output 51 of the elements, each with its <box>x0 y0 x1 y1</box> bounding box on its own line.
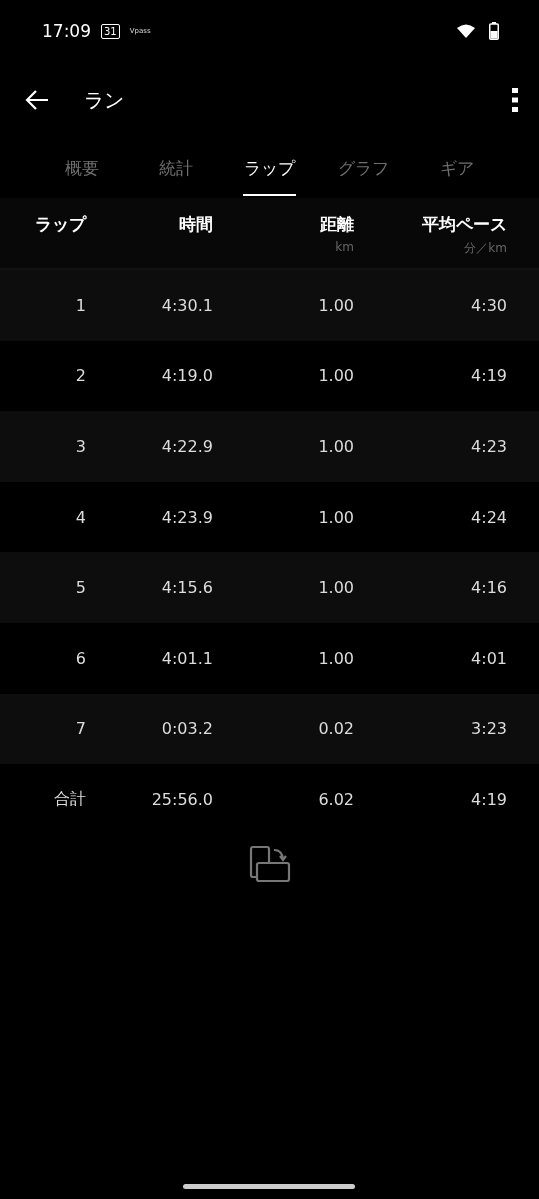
back-button[interactable] <box>24 89 50 111</box>
table-cell-text: 1.00 <box>317 366 354 386</box>
calendar-notification-icon: 31 <box>101 23 120 39</box>
tab[interactable]: 統計 <box>128 138 223 198</box>
table-cell-text: 3 <box>74 437 86 456</box>
table-cell-text: 1.00 <box>317 295 354 315</box>
table-cell-text: 1.00 <box>317 437 354 456</box>
table-cell-text: 4:15.6 <box>160 578 213 598</box>
table-cell-text: 4:19.0 <box>160 366 213 386</box>
total-cell-text: 4:19 <box>470 789 507 809</box>
table-cell-text: 0:03.2 <box>160 719 213 739</box>
status-time: 17:09 <box>42 21 91 41</box>
table-cell-text: 7 <box>74 719 86 739</box>
column-unit: km <box>335 240 354 254</box>
tab[interactable]: ギア <box>410 138 504 198</box>
table-cell-text: 4:16 <box>470 578 507 598</box>
screen-title: ラン <box>84 86 124 114</box>
table-cell-text: 6 <box>74 648 86 668</box>
more-menu-button[interactable] <box>511 87 519 113</box>
wifi-icon <box>457 24 475 38</box>
column-header: 距離 <box>320 213 354 236</box>
battery-icon <box>489 22 499 40</box>
table-cell-text: 1.00 <box>317 648 354 668</box>
tab[interactable]: グラフ <box>316 138 411 198</box>
table-cell-text: 5 <box>74 578 86 598</box>
table-cell-text: 1 <box>74 295 86 315</box>
table-cell-text: 4:30.1 <box>160 295 213 315</box>
table-cell-text: 4:01.1 <box>160 648 213 668</box>
table-cell-text: 4 <box>74 507 86 527</box>
table-cell-text: 2 <box>74 366 86 386</box>
rotate-screen-button[interactable] <box>247 844 292 885</box>
total-cell-text: 25:56.0 <box>150 789 213 809</box>
column-unit: 分／km <box>464 240 507 257</box>
table-cell-text: 0.02 <box>317 719 354 739</box>
table-cell-text: 4:22.9 <box>160 437 213 456</box>
table-cell-text: 4:23.9 <box>160 507 213 527</box>
table-cell-text: 4:24 <box>470 507 507 527</box>
column-header: ラップ <box>35 213 86 236</box>
tab[interactable]: 概要 <box>35 138 129 198</box>
table-cell-text: 4:19 <box>470 366 507 386</box>
tab[interactable]: ラップ <box>222 138 317 198</box>
total-cell-text: 6.02 <box>317 789 354 809</box>
total-cell-text: 合計 <box>53 788 86 810</box>
table-cell-text: 1.00 <box>317 578 354 598</box>
table-cell-text: 1.00 <box>317 507 354 527</box>
column-header: 平均ペース <box>422 213 507 236</box>
table-cell-text: 4:30 <box>470 295 507 315</box>
table-cell-text: 3:23 <box>470 719 507 739</box>
table-cell-text: 4:01 <box>470 648 507 668</box>
column-header: 時間 <box>179 213 213 236</box>
table-cell-text: 4:23 <box>470 437 507 456</box>
